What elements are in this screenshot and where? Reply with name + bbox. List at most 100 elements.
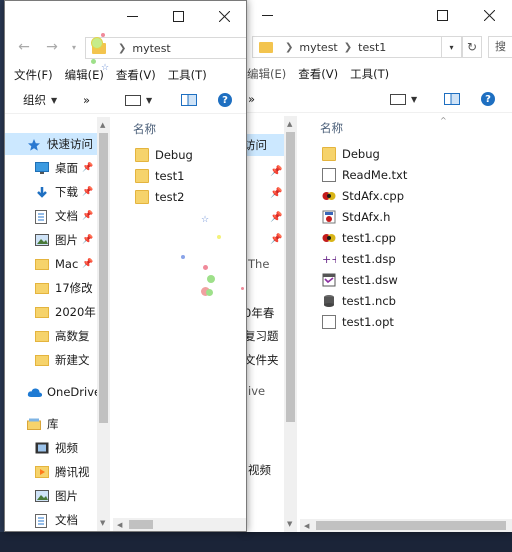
column-header-name[interactable]: 名称 — [133, 121, 156, 137]
title-bar[interactable] — [5, 1, 246, 31]
toolbar-expand-button[interactable]: » — [248, 92, 255, 106]
back-arrow-icon[interactable]: ← — [15, 38, 33, 56]
organize-button[interactable]: 组织 ▼ — [23, 92, 57, 108]
sidebar-item[interactable]: 视频 — [5, 437, 97, 459]
sidebar-item-label: 高数复 — [55, 329, 90, 343]
chevron-right-icon: ❯ — [285, 41, 294, 53]
file-item[interactable]: test1.ncb — [322, 291, 396, 311]
file-item[interactable]: test1.dsw — [322, 270, 398, 290]
nav-fragment-label[interactable]: 0年春 — [244, 305, 274, 321]
sidebar-item[interactable]: 图片 — [5, 485, 97, 507]
scrollbar-thumb[interactable] — [286, 132, 295, 422]
breadcrumb-item[interactable]: test1 — [358, 41, 386, 54]
sparkle-dot — [101, 33, 105, 37]
close-button[interactable] — [201, 1, 246, 31]
sidebar-item[interactable]: 桌面 📌 — [5, 157, 97, 179]
menu-tools[interactable]: 工具(T) — [344, 66, 395, 82]
explorer-window-mytest[interactable]: ← → ▾ ❯ mytest 文件(F) 编辑(E) 查看(V) 工具(T) 组… — [4, 0, 247, 532]
file-item[interactable]: test1.opt — [322, 312, 394, 332]
sidebar-item[interactable]: 2020年 — [5, 301, 97, 323]
column-header-name[interactable]: 名称 — [320, 120, 343, 136]
file-name: test1 — [155, 169, 185, 183]
file-item[interactable]: ReadMe.txt — [322, 165, 407, 185]
sidebar-item[interactable]: 下载 📌 — [5, 181, 97, 203]
sidebar-item[interactable]: 新建文 — [5, 349, 97, 371]
nav-scrollbar[interactable]: ▲ ▼ — [97, 117, 110, 531]
breadcrumb-item[interactable]: mytest — [299, 41, 337, 54]
explorer-window-test1[interactable]: ❯ mytest ❯ test1 ▾ ↻ 搜 编辑(E) 查看(V) 工具(T)… — [244, 0, 512, 532]
scroll-down-icon: ▼ — [287, 520, 293, 528]
menu-tools[interactable]: 工具(T) — [162, 67, 213, 83]
menu-view[interactable]: 查看(V) — [292, 66, 344, 82]
nav-scrollbar[interactable]: ▲ ▼ — [284, 116, 297, 532]
menu-file[interactable]: 文件(F) — [5, 67, 59, 83]
view-options-button[interactable]: ▼ — [390, 93, 417, 105]
sparkle-dot — [181, 255, 185, 259]
scrollbar-thumb[interactable] — [316, 521, 506, 530]
blank-file-icon — [322, 315, 336, 329]
sidebar-item[interactable]: 17修改 — [5, 277, 97, 299]
menu-edit[interactable]: 编辑(E) — [244, 66, 292, 82]
address-dropdown[interactable]: ▾ — [442, 36, 462, 58]
chevron-down-icon[interactable]: ▾ — [65, 38, 83, 56]
scrollbar-thumb[interactable] — [99, 133, 108, 423]
preview-pane-button[interactable] — [444, 93, 460, 105]
close-button[interactable] — [466, 0, 512, 30]
sidebar-item-label: 文档 — [55, 513, 78, 527]
sidebar-item[interactable]: 腾讯视 — [5, 461, 97, 483]
minimize-button[interactable] — [244, 0, 290, 30]
file-item[interactable]: test1 — [135, 166, 184, 186]
sidebar-item[interactable]: 图片 📌 — [5, 229, 97, 251]
maximize-button[interactable] — [155, 1, 201, 31]
minimize-button[interactable] — [109, 1, 155, 31]
file-item[interactable]: StdAfx.cpp — [322, 186, 404, 206]
address-bar[interactable]: ❯ mytest — [85, 37, 246, 59]
view-options-button[interactable]: ▼ — [125, 94, 152, 106]
file-item[interactable]: test1.cpp — [322, 228, 396, 248]
nav-fragment-label[interactable]: ive — [248, 384, 265, 398]
sidebar-item[interactable]: OneDrive — [5, 381, 101, 403]
file-item[interactable]: StdAfx.h — [322, 207, 390, 227]
sidebar-item[interactable]: 库 — [5, 413, 97, 435]
minimize-icon — [261, 14, 273, 16]
menu-view[interactable]: 查看(V) — [110, 67, 162, 83]
file-list: 名称 Debug test1 test2 ☆ ◀ — [113, 117, 246, 531]
preview-pane-button[interactable] — [181, 94, 197, 106]
forward-arrow-icon[interactable]: → — [43, 38, 61, 56]
chevron-right-icon: ❯ — [343, 41, 353, 53]
help-button[interactable]: ? — [481, 92, 495, 106]
scrollbar-thumb[interactable] — [129, 520, 153, 529]
folder-icon — [35, 282, 49, 294]
nav-fragment-label[interactable]: The — [248, 257, 269, 271]
file-item[interactable]: Debug — [322, 144, 380, 164]
cpp-file-icon — [322, 231, 336, 245]
sidebar-item[interactable]: 高数复 — [5, 325, 97, 347]
sparkle-dot — [217, 235, 221, 239]
sparkle-dot — [241, 287, 244, 290]
search-input[interactable]: 搜 — [488, 36, 512, 58]
sidebar-item[interactable]: 文档 📌 — [5, 205, 97, 227]
refresh-button[interactable]: ↻ — [462, 36, 482, 58]
star-icon — [27, 138, 41, 151]
address-bar[interactable]: ❯ mytest ❯ test1 — [252, 36, 442, 58]
nav-fragment-label[interactable]: 文件夹 — [244, 352, 279, 368]
breadcrumb-item[interactable]: mytest — [132, 42, 170, 55]
sidebar-item[interactable]: 文档 — [5, 509, 97, 531]
file-item[interactable]: ++ test1.dsp — [322, 249, 396, 269]
sparkle-star-icon: ☆ — [201, 215, 210, 225]
file-item[interactable]: Debug — [135, 145, 193, 165]
horizontal-scrollbar[interactable]: ◀ — [300, 519, 512, 532]
file-item[interactable]: test2 — [135, 187, 184, 207]
maximize-button[interactable] — [419, 0, 465, 30]
sidebar-item[interactable]: 快速访问 — [5, 133, 97, 155]
file-name: test1.ncb — [342, 294, 396, 308]
sidebar-item[interactable]: Mac 📌 — [5, 253, 97, 275]
toolbar-expand-button[interactable]: » — [83, 93, 90, 107]
help-button[interactable]: ? — [218, 93, 232, 107]
cpp-file-icon — [322, 189, 336, 203]
title-bar[interactable] — [244, 0, 512, 30]
nav-fragment-label[interactable]: 复习题 — [244, 328, 279, 344]
nav-fragment-label[interactable]: 视频 — [248, 462, 271, 478]
file-name: Debug — [155, 148, 193, 162]
horizontal-scrollbar[interactable]: ◀ — [113, 518, 246, 531]
